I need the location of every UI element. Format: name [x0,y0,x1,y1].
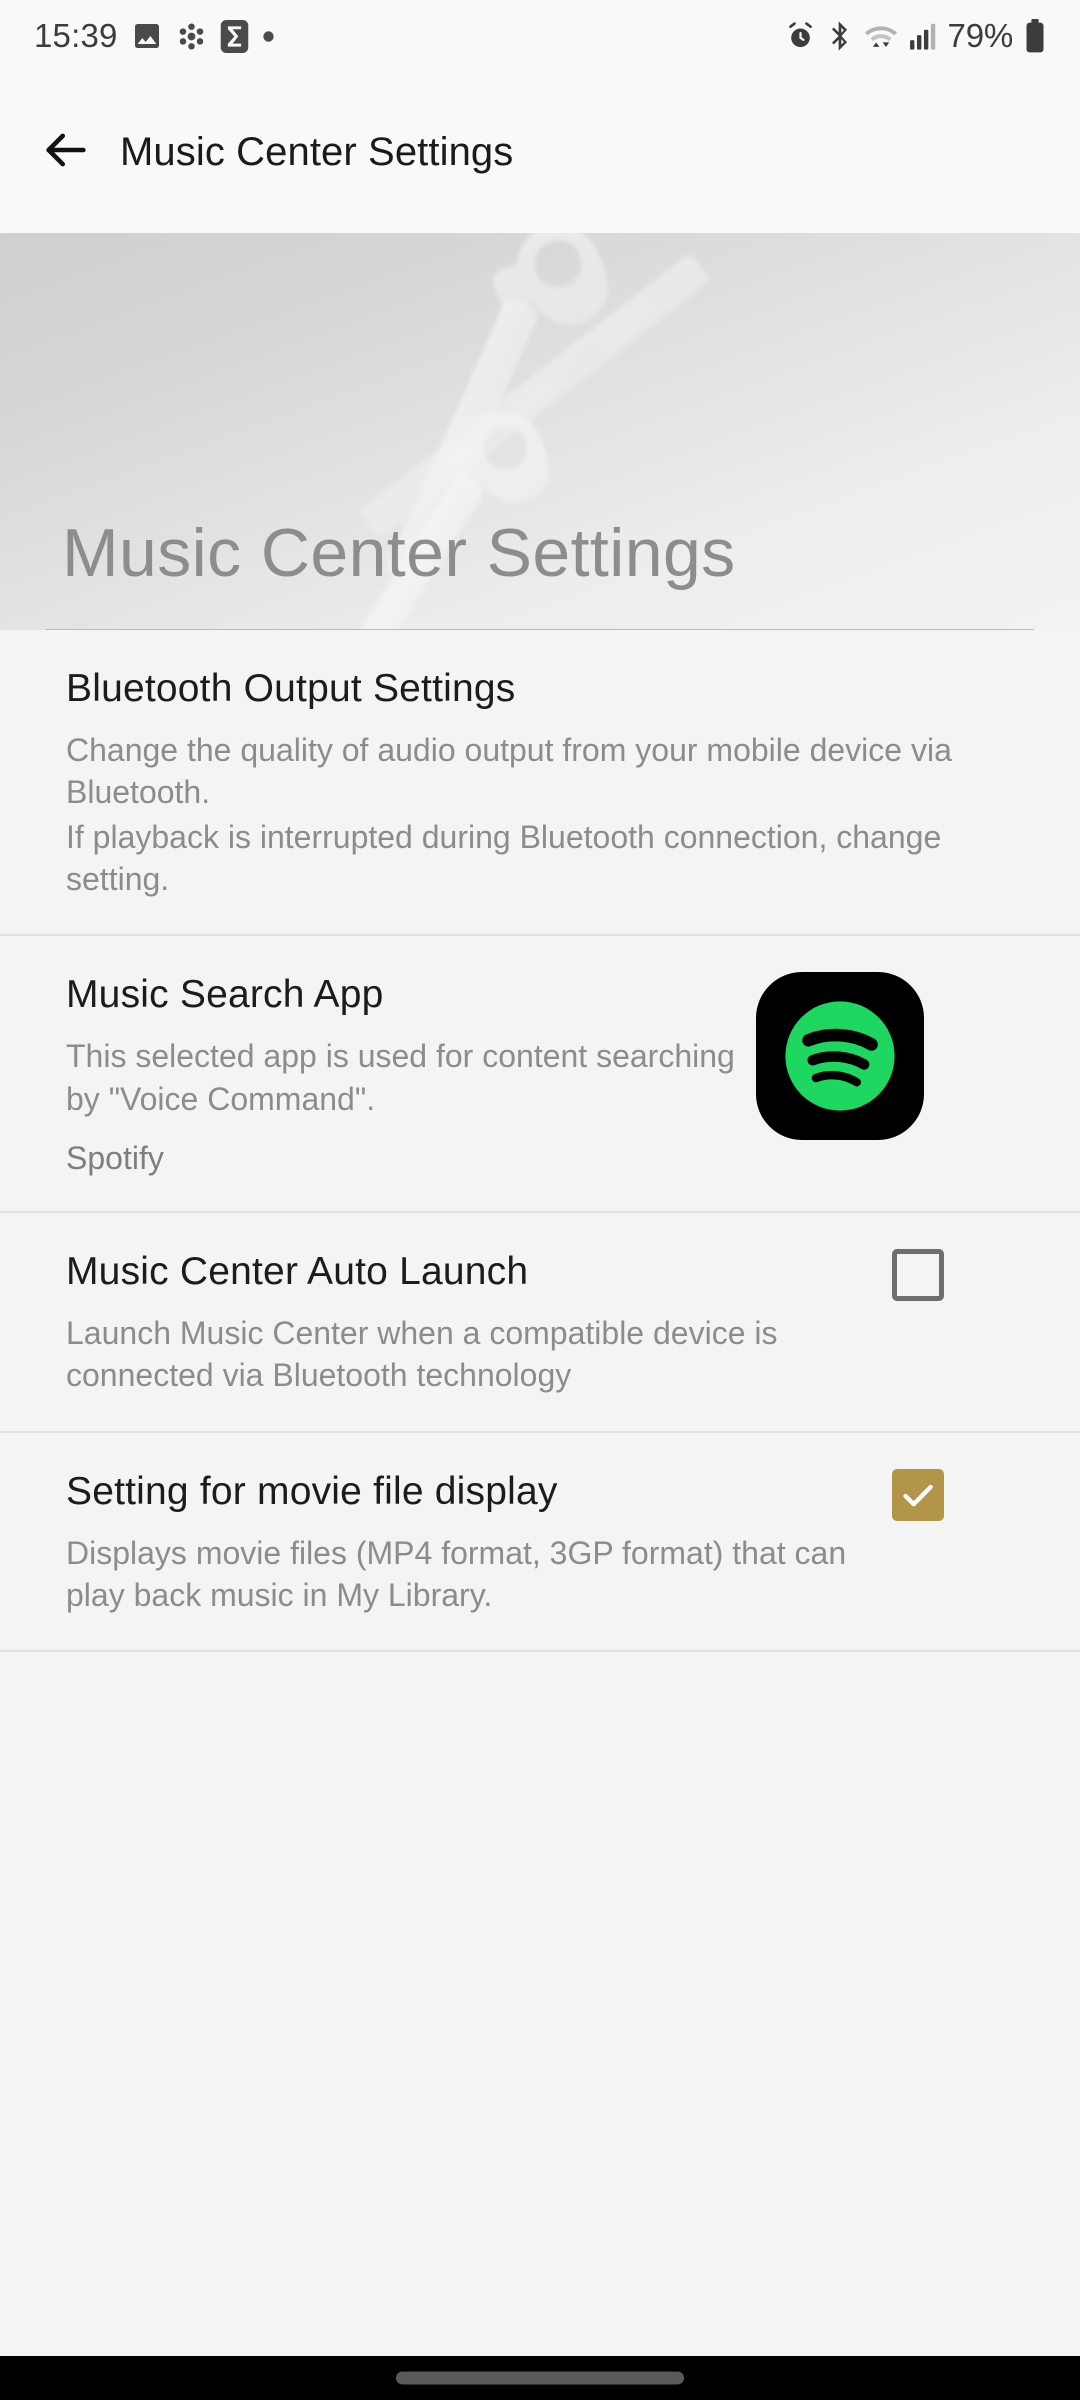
setting-description: Change the quality of audio output from … [66,729,1030,900]
setting-row-music-center-auto-launch[interactable]: Music Center Auto Launch Launch Music Ce… [0,1213,1080,1433]
setting-description: Launch Music Center when a compatible de… [66,1312,866,1396]
checkmark-icon [898,1475,938,1515]
auto-launch-checkbox-hit-area[interactable] [866,1248,970,1301]
setting-title: Bluetooth Output Settings [66,667,516,710]
setting-row-setting-for-movie-file-display[interactable]: Setting for movie file display Displays … [0,1433,1080,1653]
setting-description-line: If playback is interrupted during Blueto… [66,818,942,897]
row-accessory [866,1468,970,1521]
setting-row-music-search-app[interactable]: Music Search App This selected app is us… [0,936,1080,1213]
status-bar-right: 79% [785,17,1046,55]
app-bar: Music Center Settings [0,72,1080,233]
battery-percent-label: 79% [947,17,1014,54]
hero-title: Music Center Settings [62,515,736,591]
setting-description-line: This selected app is used for content se… [66,1038,735,1117]
row-accessory [866,1248,970,1301]
movie-file-display-checkbox[interactable] [892,1468,944,1521]
auto-launch-checkbox[interactable] [892,1248,944,1301]
page-title: Music Center Settings [120,130,514,174]
status-bar-clock: 15:39 [34,17,118,54]
row-text-block: Music Search App This selected app is us… [66,972,756,1177]
home-gesture-pill[interactable] [396,2371,684,2385]
dot-icon [262,30,275,43]
setting-description-line: Displays movie files (MP4 format, 3GP fo… [66,1534,847,1614]
row-accessory [756,972,934,1141]
back-button[interactable] [18,105,114,201]
settings-list: Bluetooth Output Settings Change the qua… [0,630,1080,1653]
movie-file-display-checkbox-hit-area[interactable] [866,1468,970,1521]
setting-value: Spotify [66,1139,164,1176]
sigma-icon [220,19,249,53]
setting-description-line: Launch Music Center when a compatible de… [66,1315,778,1394]
setting-description-line: Change the quality of audio output from … [66,732,952,811]
setting-description: This selected app is used for content se… [66,1035,756,1119]
cellular-signal-icon [909,21,937,51]
setting-row-bluetooth-output-settings[interactable]: Bluetooth Output Settings Change the qua… [0,630,1080,937]
row-text-block: Bluetooth Output Settings Change the qua… [66,666,1030,900]
row-text-block: Music Center Auto Launch Launch Music Ce… [66,1249,866,1397]
setting-title: Music Center Auto Launch [66,1249,529,1293]
bluetooth-icon [827,20,853,52]
snowflake-icon [176,21,207,52]
hero-banner: Music Center Settings [0,233,1080,630]
wifi-icon [864,20,898,52]
setting-title: Music Search App [66,973,384,1017]
phone-screen: 15:39 79% Music Center Settings Music Ce… [0,0,1080,2400]
battery-icon [1024,19,1046,53]
status-bar: 15:39 79% [0,0,1080,72]
system-navigation-bar [0,2356,1080,2400]
image-icon [131,20,163,52]
spotify-app-icon[interactable] [756,972,924,1141]
row-text-block: Setting for movie file display Displays … [66,1469,866,1617]
status-bar-left: 15:39 [34,17,275,55]
alarm-icon [785,21,816,52]
setting-title: Setting for movie file display [66,1469,558,1513]
back-arrow-icon [40,124,92,181]
setting-description: Displays movie files (MP4 format, 3GP fo… [66,1532,866,1616]
